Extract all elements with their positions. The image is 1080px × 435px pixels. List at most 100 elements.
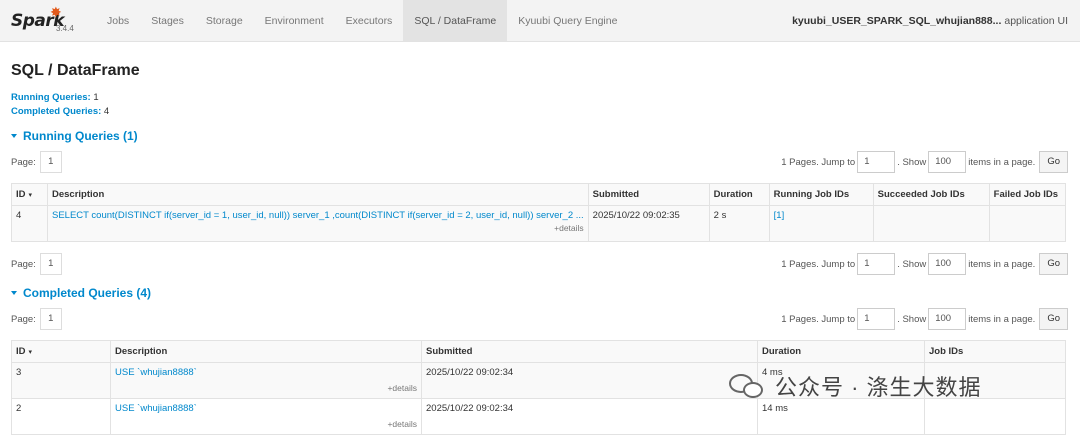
column-id[interactable]: ID ▾ [11, 340, 111, 363]
sort-desc-icon: ▾ [28, 349, 33, 356]
submitted-cell: 2025/10/22 09:02:34 [421, 398, 758, 435]
spark-version: 3.4.4 [56, 24, 74, 33]
column-failed-job-ids[interactable]: Failed Job IDs [988, 183, 1067, 206]
completed-queries-header[interactable]: Completed Queries (4) [11, 286, 151, 300]
app-suffix: application UI [1004, 15, 1068, 27]
spark-logo[interactable]: Spark ✸ 3.4.4 [0, 0, 96, 41]
show-label: . Show [897, 156, 927, 168]
show-label: . Show [897, 258, 927, 270]
sort-desc-icon: ▾ [28, 192, 33, 199]
tab-kyuubi-query-engine[interactable]: Kyuubi Query Engine [507, 0, 628, 41]
go-button[interactable]: Go [1039, 308, 1068, 330]
pager-controls: 1 Pages. Jump to 1 . Show 100 items in a… [781, 253, 1068, 275]
details-toggle[interactable]: +details [115, 383, 417, 393]
description-cell: USE `whujian8888` +details [110, 398, 422, 435]
details-toggle[interactable]: +details [115, 419, 417, 429]
query-id: 3 [11, 362, 111, 399]
column-duration[interactable]: Duration [757, 340, 925, 363]
go-button[interactable]: Go [1039, 253, 1068, 275]
column-submitted[interactable]: Submitted [421, 340, 758, 363]
description-cell: USE `whujian8888` +details [110, 362, 422, 399]
completed-queries-link[interactable]: Completed Queries: [11, 106, 101, 117]
submitted-cell: 2025/10/22 09:02:34 [421, 362, 758, 399]
go-button[interactable]: Go [1039, 151, 1068, 173]
completed-queries-title: Completed Queries (4) [23, 286, 152, 300]
page-label: Page: [11, 313, 36, 325]
details-toggle[interactable]: +details [52, 223, 584, 233]
query-description-link[interactable]: USE `whujian8888` [115, 367, 197, 378]
column-id[interactable]: ID ▾ [11, 183, 48, 206]
page-label: Page: [11, 156, 36, 168]
pager-controls: 1 Pages. Jump to 1 . Show 100 items in a… [781, 151, 1068, 173]
query-description-link[interactable]: SELECT count(DISTINCT if(server_id = 1, … [52, 210, 584, 221]
table-row: 2 USE `whujian8888` +details 2025/10/22 … [11, 398, 1066, 435]
running-job-ids-cell: [1] [768, 205, 874, 242]
pages-text: 1 Pages. Jump to [781, 313, 856, 325]
watermark: 公众号 · 涤生大数据 [727, 370, 982, 402]
tab-jobs[interactable]: Jobs [96, 0, 140, 41]
show-label: . Show [897, 313, 927, 325]
succeeded-job-ids-cell [872, 205, 990, 242]
running-pager-bottom: Page: 1 1 Pages. Jump to 1 . Show 100 it… [11, 252, 1068, 276]
tab-storage[interactable]: Storage [195, 0, 254, 41]
submitted-cell: 2025/10/22 09:02:35 [587, 205, 710, 242]
tab-sql-dataframe[interactable]: SQL / DataFrame [403, 0, 508, 41]
items-text: items in a page. [968, 313, 1036, 325]
table-header-row: ID ▾ Description Submitted Duration Job I… [11, 340, 1066, 363]
completed-pager-top: Page: 1 1 Pages. Jump to 1 . Show 100 it… [11, 307, 1068, 331]
column-duration[interactable]: Duration [708, 183, 770, 206]
watermark-text: 公众号 · 涤生大数据 [775, 375, 982, 400]
collapse-caret-icon [11, 133, 17, 138]
job-id-link[interactable]: [1] [774, 210, 785, 221]
page-size-input[interactable]: 100 [928, 151, 967, 173]
app-name: kyuubi_USER_SPARK_SQL_whujian888... appl… [792, 0, 1068, 42]
jump-to-input[interactable]: 1 [857, 253, 896, 275]
running-queries-header[interactable]: Running Queries (1) [11, 129, 138, 143]
pager-controls: 1 Pages. Jump to 1 . Show 100 items in a… [781, 308, 1068, 330]
query-id: 4 [11, 205, 48, 242]
running-queries-title: Running Queries (1) [23, 129, 138, 143]
jump-to-input[interactable]: 1 [857, 151, 896, 173]
page-size-input[interactable]: 100 [928, 253, 967, 275]
page-size-input[interactable]: 100 [928, 308, 967, 330]
duration-cell: 2 s [708, 205, 770, 242]
description-cell: SELECT count(DISTINCT if(server_id = 1, … [47, 205, 589, 242]
table-header-row: ID ▾ Description Submitted Duration Runni… [11, 183, 1067, 206]
failed-job-ids-cell [988, 205, 1067, 242]
app-name-text: kyuubi_USER_SPARK_SQL_whujian888... [792, 15, 1002, 27]
column-job-ids[interactable]: Job IDs [924, 340, 1066, 363]
navbar: Spark ✸ 3.4.4 Jobs Stages Storage Enviro… [0, 0, 1080, 42]
column-description[interactable]: Description [110, 340, 422, 363]
page-title: SQL / DataFrame [11, 62, 140, 79]
completed-count: 4 [103, 106, 110, 117]
page-number-button[interactable]: 1 [39, 151, 62, 173]
wechat-icon [727, 372, 767, 400]
job-ids-cell [924, 398, 1066, 435]
column-succeeded-job-ids[interactable]: Succeeded Job IDs [872, 183, 990, 206]
page-number-button[interactable]: 1 [39, 253, 62, 275]
page-number-button[interactable]: 1 [39, 308, 62, 330]
running-count: 1 [93, 92, 99, 103]
star-icon: ✸ [50, 4, 62, 20]
tab-stages[interactable]: Stages [140, 0, 195, 41]
column-description[interactable]: Description [47, 183, 589, 206]
collapse-caret-icon [11, 290, 17, 295]
running-queries-link[interactable]: Running Queries: [11, 92, 91, 103]
pages-text: 1 Pages. Jump to [781, 156, 856, 168]
column-submitted[interactable]: Submitted [587, 183, 710, 206]
items-text: items in a page. [968, 156, 1036, 168]
pages-text: 1 Pages. Jump to [781, 258, 856, 270]
query-description-link[interactable]: USE `whujian8888` [115, 403, 197, 414]
running-queries-table: ID ▾ Description Submitted Duration Runni… [11, 183, 1067, 242]
tab-executors[interactable]: Executors [335, 0, 404, 41]
column-running-job-ids[interactable]: Running Job IDs [768, 183, 874, 206]
query-summary: Running Queries: 1 Completed Queries: 4 [11, 91, 109, 119]
tab-environment[interactable]: Environment [254, 0, 335, 41]
jump-to-input[interactable]: 1 [857, 308, 896, 330]
page-label: Page: [11, 258, 36, 270]
running-pager-top: Page: 1 1 Pages. Jump to 1 . Show 100 it… [11, 150, 1068, 174]
duration-cell: 14 ms [757, 398, 925, 435]
table-row: 4 SELECT count(DISTINCT if(server_id = 1… [11, 205, 1067, 242]
items-text: items in a page. [968, 258, 1036, 270]
query-id: 2 [11, 398, 111, 435]
